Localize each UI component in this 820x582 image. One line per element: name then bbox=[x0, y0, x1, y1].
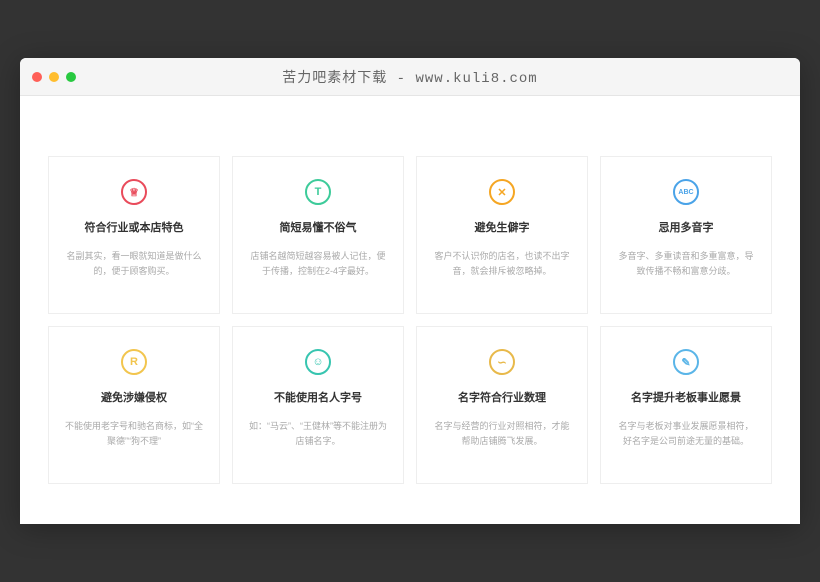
card[interactable]: R 避免涉嫌侵权不能使用老字号和驰名商标，如“全聚德”“狗不理” bbox=[48, 326, 220, 484]
crown-icon: ♕ bbox=[121, 179, 147, 205]
browser-window: 苦力吧素材下载 - www.kuli8.com ♕ 符合行业或本店特色名副其实，看… bbox=[20, 58, 800, 524]
card-grid: ♕ 符合行业或本店特色名副其实，看一眼就知道是做什么的，便于顾客购买。 T 简短易懂不… bbox=[48, 156, 772, 484]
titlebar: 苦力吧素材下载 - www.kuli8.com bbox=[20, 58, 800, 96]
content-area: ♕ 符合行业或本店特色名副其实，看一眼就知道是做什么的，便于顾客购买。 T 简短易懂不… bbox=[20, 96, 800, 524]
card-description: 客户不认识你的店名，也读不出字音，就会排斥被忽略掉。 bbox=[431, 249, 573, 280]
card-description: 不能使用老字号和驰名商标，如“全聚德”“狗不理” bbox=[63, 419, 205, 450]
window-title: 苦力吧素材下载 - www.kuli8.com bbox=[20, 67, 800, 87]
card-title: 名字符合行业数理 bbox=[458, 389, 546, 405]
card-description: 名字与经营的行业对照相符，才能帮助店铺腾飞发展。 bbox=[431, 419, 573, 450]
card-title: 名字提升老板事业愿景 bbox=[631, 389, 741, 405]
x-icon: ✕ bbox=[489, 179, 515, 205]
pen-icon: ✎ bbox=[673, 349, 699, 375]
card-title: 简短易懂不俗气 bbox=[280, 219, 357, 235]
card-description: 多音字、多重读音和多重富意，导致传播不畅和富意分歧。 bbox=[615, 249, 757, 280]
abc-icon: ABC bbox=[673, 179, 699, 205]
card-title: 避免生僻字 bbox=[475, 219, 530, 235]
card-description: 名字与老板对事业发展愿景相符，好名字是公司前途无量的基础。 bbox=[615, 419, 757, 450]
card-description: 店铺名越简短越容易被人记住，便于传播，控制在2-4字最好。 bbox=[247, 249, 389, 280]
text-icon: T bbox=[305, 179, 331, 205]
card-title: 不能使用名人字号 bbox=[274, 389, 362, 405]
card[interactable]: ☺ 不能使用名人字号如：“马云”、“王健林”等不能注册为店铺名字。 bbox=[232, 326, 404, 484]
card-description: 名副其实，看一眼就知道是做什么的，便于顾客购买。 bbox=[63, 249, 205, 280]
card[interactable]: ABC 忌用多音字多音字、多重读音和多重富意，导致传播不畅和富意分歧。 bbox=[600, 156, 772, 314]
card-description: 如：“马云”、“王健林”等不能注册为店铺名字。 bbox=[247, 419, 389, 450]
registered-icon: R bbox=[121, 349, 147, 375]
card-title: 符合行业或本店特色 bbox=[85, 219, 184, 235]
card[interactable]: ✕ 避免生僻字客户不认识你的店名，也读不出字音，就会排斥被忽略掉。 bbox=[416, 156, 588, 314]
card[interactable]: ✎ 名字提升老板事业愿景名字与老板对事业发展愿景相符，好名字是公司前途无量的基础。 bbox=[600, 326, 772, 484]
card[interactable]: ∽ 名字符合行业数理名字与经营的行业对照相符，才能帮助店铺腾飞发展。 bbox=[416, 326, 588, 484]
card-title: 避免涉嫌侵权 bbox=[101, 389, 167, 405]
card[interactable]: T 简短易懂不俗气店铺名越简短越容易被人记住，便于传播，控制在2-4字最好。 bbox=[232, 156, 404, 314]
card-title: 忌用多音字 bbox=[659, 219, 714, 235]
card[interactable]: ♕ 符合行业或本店特色名副其实，看一眼就知道是做什么的，便于顾客购买。 bbox=[48, 156, 220, 314]
person-icon: ☺ bbox=[305, 349, 331, 375]
wave-icon: ∽ bbox=[489, 349, 515, 375]
